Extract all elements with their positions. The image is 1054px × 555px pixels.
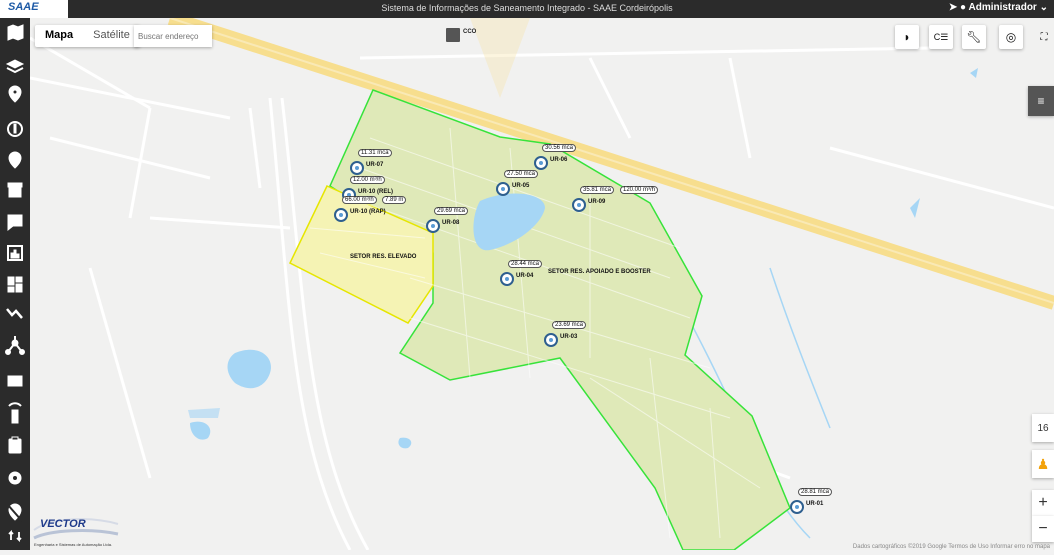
station-pin-dot xyxy=(577,203,581,207)
station-reading: 35.81 mca xyxy=(580,186,615,194)
zoom-level-indicator: 16 xyxy=(1032,414,1054,442)
station-pin-icon[interactable] xyxy=(534,156,548,170)
top-bar: SAAE Sistema de Informações de Saneament… xyxy=(0,0,1054,18)
layers-icon[interactable] xyxy=(5,59,25,74)
station-reading: 11.31 mca xyxy=(358,149,392,157)
pin-edit-icon[interactable] xyxy=(8,151,22,169)
trending-down-icon[interactable] xyxy=(6,308,23,319)
location-pin-icon[interactable] xyxy=(8,85,22,103)
clipboard-icon[interactable] xyxy=(8,436,22,454)
minus-icon: − xyxy=(1038,520,1048,537)
night-mode-button[interactable]: ◗ xyxy=(895,25,919,49)
sidebar-icons xyxy=(5,24,25,543)
station-pin-icon[interactable] xyxy=(334,208,348,222)
station-id-label: UR-03 xyxy=(560,334,578,340)
map-canvas[interactable]: CCO SETOR RES. ELEVADO SETOR RES. APOIAD… xyxy=(30,18,1054,550)
plus-icon: + xyxy=(1038,494,1048,511)
network-icon[interactable] xyxy=(5,336,25,355)
grid-icon[interactable] xyxy=(7,375,23,387)
list-filter-icon: C☰ xyxy=(933,31,949,42)
dashboard-icon[interactable] xyxy=(7,276,23,293)
station-reading: 23.69 mca xyxy=(552,321,587,329)
map-attribution[interactable]: Dados cartográficos ©2019 Google Termos … xyxy=(853,544,1050,550)
station-pin-dot xyxy=(431,224,435,228)
pegman-icon: ♟ xyxy=(1036,455,1050,472)
archive-icon[interactable] xyxy=(7,182,23,198)
station-id-label: UR-05 xyxy=(512,183,530,189)
station-pin-dot xyxy=(501,187,505,191)
station-pin-dot xyxy=(339,213,343,217)
alert-message-icon[interactable] xyxy=(7,214,23,232)
address-search-input[interactable] xyxy=(134,25,212,47)
menu-button[interactable]: ≡ xyxy=(1028,86,1054,116)
vector-name: VECTOR xyxy=(40,518,86,530)
map-icon[interactable] xyxy=(7,24,24,41)
station-id-label: UR-08 xyxy=(442,220,460,226)
station-pin-dot xyxy=(549,338,553,342)
my-location-button[interactable]: ◎ xyxy=(999,25,1023,49)
user-menu[interactable]: ➤ ● Administrador ⌄ xyxy=(949,2,1048,13)
station-id-label: UR-04 xyxy=(516,273,534,279)
crosshair-icon: ◎ xyxy=(1005,30,1017,44)
station-id-label: UR-10 (REL) xyxy=(358,189,394,195)
zoom-out-button[interactable]: − xyxy=(1032,516,1054,542)
station-reading: 28.81 mca xyxy=(798,488,833,496)
station-id-label: UR-01 xyxy=(806,501,824,507)
station-reading: 12.00 m³/h xyxy=(350,176,385,184)
station-reading: 28.44 mca xyxy=(508,260,543,268)
station-pin-icon[interactable] xyxy=(350,161,364,175)
station-pin-icon[interactable] xyxy=(496,182,510,196)
moon-icon: ◗ xyxy=(903,30,911,44)
street-view-pegman[interactable]: ♟ xyxy=(1032,450,1054,478)
station-id-label: UR-06 xyxy=(550,157,568,163)
tools-button[interactable]: 🔧︎ xyxy=(962,25,986,49)
user-name: Administrador xyxy=(968,2,1037,13)
station-reading: 27.50 mca xyxy=(504,170,539,178)
station-pin-dot xyxy=(539,161,543,165)
station-pin-icon[interactable] xyxy=(572,198,586,212)
wrench-icon: 🔧︎ xyxy=(966,30,982,44)
station-pin-dot xyxy=(795,505,799,509)
fullscreen-button[interactable]: ⛶ xyxy=(1032,25,1054,49)
stations-layer: 11.31 mca UR-07 12.00 m³/h UR-10 (REL) 66.00… xyxy=(30,18,1054,550)
station-pin-dot xyxy=(505,277,509,281)
chevron-down-icon: ⌄ xyxy=(1039,2,1048,13)
station-pin-dot xyxy=(355,166,359,170)
settings-icon[interactable] xyxy=(8,471,22,485)
navigation-arrow-icon: ➤ ● xyxy=(948,2,967,13)
station-reading: 29.69 mca xyxy=(434,207,469,215)
zoom-in-button[interactable]: + xyxy=(1032,490,1054,516)
fullscreen-icon: ⛶ xyxy=(1040,31,1048,43)
station-reading: 66.00 m³/h xyxy=(342,196,377,204)
station-pin-icon[interactable] xyxy=(544,333,558,347)
station-reading: 30.56 mca xyxy=(542,144,577,152)
station-id-label: UR-10 (RAP) xyxy=(350,209,386,215)
station-id-label: UR-07 xyxy=(366,162,384,168)
sidebar xyxy=(0,18,30,550)
station-pin-icon[interactable] xyxy=(426,219,440,233)
vector-logo: VECTOR Engenharia e Sistemas de Automaçã… xyxy=(30,500,122,550)
app-title: Sistema de Informações de Saneamento Int… xyxy=(381,3,673,13)
map-type-satellite-button[interactable]: Satélite xyxy=(83,25,140,47)
map-type-map-button[interactable]: Mapa xyxy=(35,25,83,47)
station-id-label: UR-09 xyxy=(588,199,606,205)
swap-icon[interactable] xyxy=(8,529,22,543)
info-icon[interactable] xyxy=(7,121,23,137)
station-pin-icon[interactable] xyxy=(790,500,804,514)
list-filter-button[interactable]: C☰ xyxy=(929,25,953,49)
bar-chart-icon[interactable] xyxy=(7,245,23,261)
remote-signal-icon[interactable] xyxy=(8,402,22,424)
station-reading: 7.89 m xyxy=(382,196,407,204)
location-off-icon[interactable] xyxy=(7,503,23,522)
map-type-control: Mapa Satélite xyxy=(35,25,140,47)
hamburger-icon: ≡ xyxy=(1037,94,1045,108)
vector-tagline: Engenharia e Sistemas de Automação Ltda. xyxy=(34,542,113,547)
station-pin-icon[interactable] xyxy=(500,272,514,286)
station-reading: 120.00 m³/h xyxy=(620,186,659,194)
